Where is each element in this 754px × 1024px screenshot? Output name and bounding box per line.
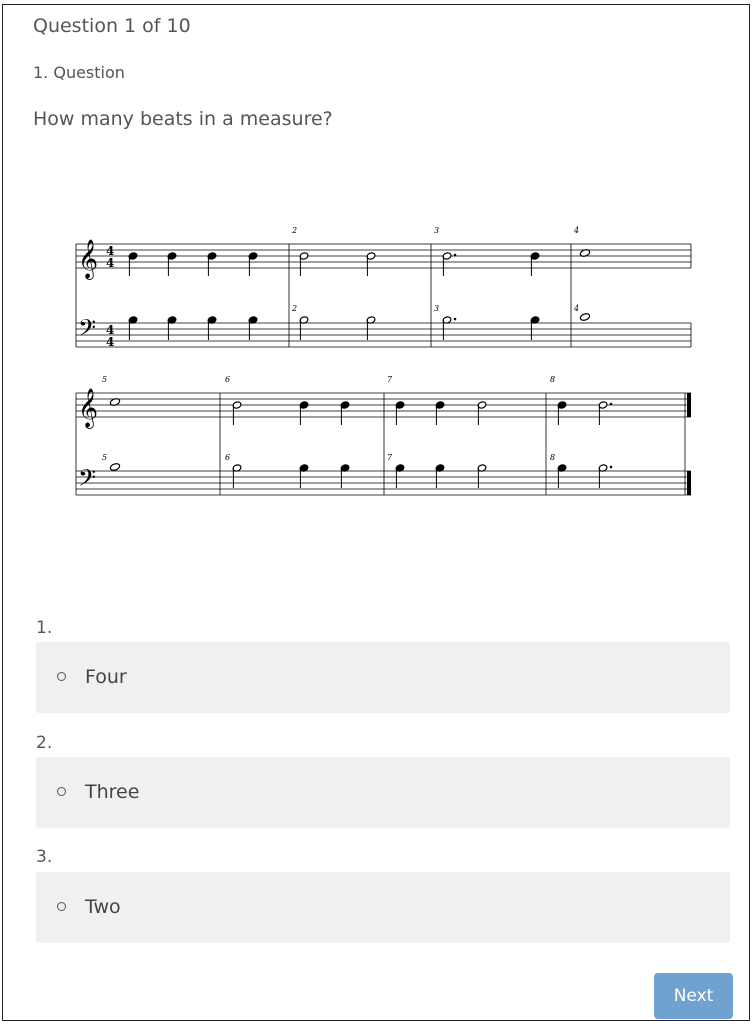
- staff-lines: [75, 243, 692, 496]
- option-number-2: 2.: [36, 733, 53, 753]
- measure-number: 7: [387, 375, 393, 384]
- note: [442, 316, 457, 340]
- answer-option-four[interactable]: Four: [36, 642, 730, 713]
- measure-number: 2: [291, 226, 297, 235]
- measure-number: 4: [573, 226, 579, 235]
- radio-icon[interactable]: [57, 902, 66, 911]
- note: [232, 464, 242, 488]
- note: [366, 316, 376, 340]
- measure-number: 8: [550, 375, 555, 384]
- bass-clef-icon: 𝄢: [78, 464, 96, 497]
- note: [395, 464, 405, 488]
- note: [299, 316, 309, 340]
- radio-icon[interactable]: [57, 672, 66, 681]
- note: [207, 316, 217, 340]
- measure-number: 4: [573, 304, 579, 313]
- note: [248, 252, 258, 276]
- note: [557, 401, 567, 425]
- note: [557, 464, 567, 488]
- measure-number: 5: [102, 453, 107, 462]
- note: [167, 252, 177, 276]
- note: [579, 313, 591, 321]
- measure-number: 8: [550, 453, 555, 462]
- measure-number: 2: [291, 304, 297, 313]
- measure-number: 6: [225, 375, 230, 384]
- note: [207, 252, 217, 276]
- measure-labels: 2 2 3 3 4 4 5 5 6 6 7 7 8 8: [102, 226, 579, 462]
- note: [109, 463, 121, 471]
- note: [299, 464, 309, 488]
- option-number-1: 1.: [36, 618, 53, 638]
- note: [435, 464, 445, 488]
- question-counter: Question 1 of 10: [33, 15, 191, 37]
- note: [299, 401, 309, 425]
- next-button[interactable]: Next: [654, 973, 733, 1019]
- answer-option-two[interactable]: Two: [36, 872, 730, 943]
- note: [232, 401, 242, 425]
- option-label: Three: [85, 781, 140, 803]
- treble-clef-icon: 𝄞: [78, 239, 98, 280]
- note: [442, 252, 457, 276]
- note: [128, 252, 138, 276]
- option-label: Two: [85, 896, 121, 918]
- bass-clef-icon: 𝄢: [78, 314, 96, 347]
- question-prompt: How many beats in a measure?: [33, 108, 333, 130]
- note: [530, 316, 540, 340]
- note: [435, 401, 445, 425]
- note: [167, 316, 177, 340]
- question-number: 1. Question: [33, 63, 125, 82]
- note: [395, 401, 405, 425]
- note: [477, 464, 487, 488]
- measure-number: 7: [387, 453, 393, 462]
- answer-option-three[interactable]: Three: [36, 757, 730, 828]
- note: [299, 252, 309, 276]
- time-signature-bottom: 4: [106, 335, 114, 349]
- measure-number: 3: [434, 304, 439, 313]
- sheet-music-image: 𝄞 𝄢 𝄞 𝄢 4 4 4 4 2 2 3 3 4 4 5 5 6 6 7 7 8 8: [70, 220, 700, 505]
- note: [248, 316, 258, 340]
- note: [128, 316, 138, 340]
- treble-clef-icon: 𝄞: [78, 388, 98, 429]
- note: [530, 252, 540, 276]
- quiz-panel: [2, 4, 750, 1021]
- measure-number: 3: [434, 226, 439, 235]
- measure-number: 5: [102, 375, 107, 384]
- note: [340, 464, 350, 488]
- note: [598, 401, 613, 425]
- time-signature-bottom: 4: [106, 256, 114, 270]
- note: [340, 401, 350, 425]
- measure-number: 6: [225, 453, 230, 462]
- option-label: Four: [85, 666, 127, 688]
- note: [477, 401, 487, 425]
- option-number-3: 3.: [36, 847, 53, 867]
- note: [366, 252, 376, 276]
- notes: 𝄞𝄢𝄞𝄢4444: [78, 239, 613, 497]
- radio-icon[interactable]: [57, 787, 66, 796]
- note: [598, 464, 613, 488]
